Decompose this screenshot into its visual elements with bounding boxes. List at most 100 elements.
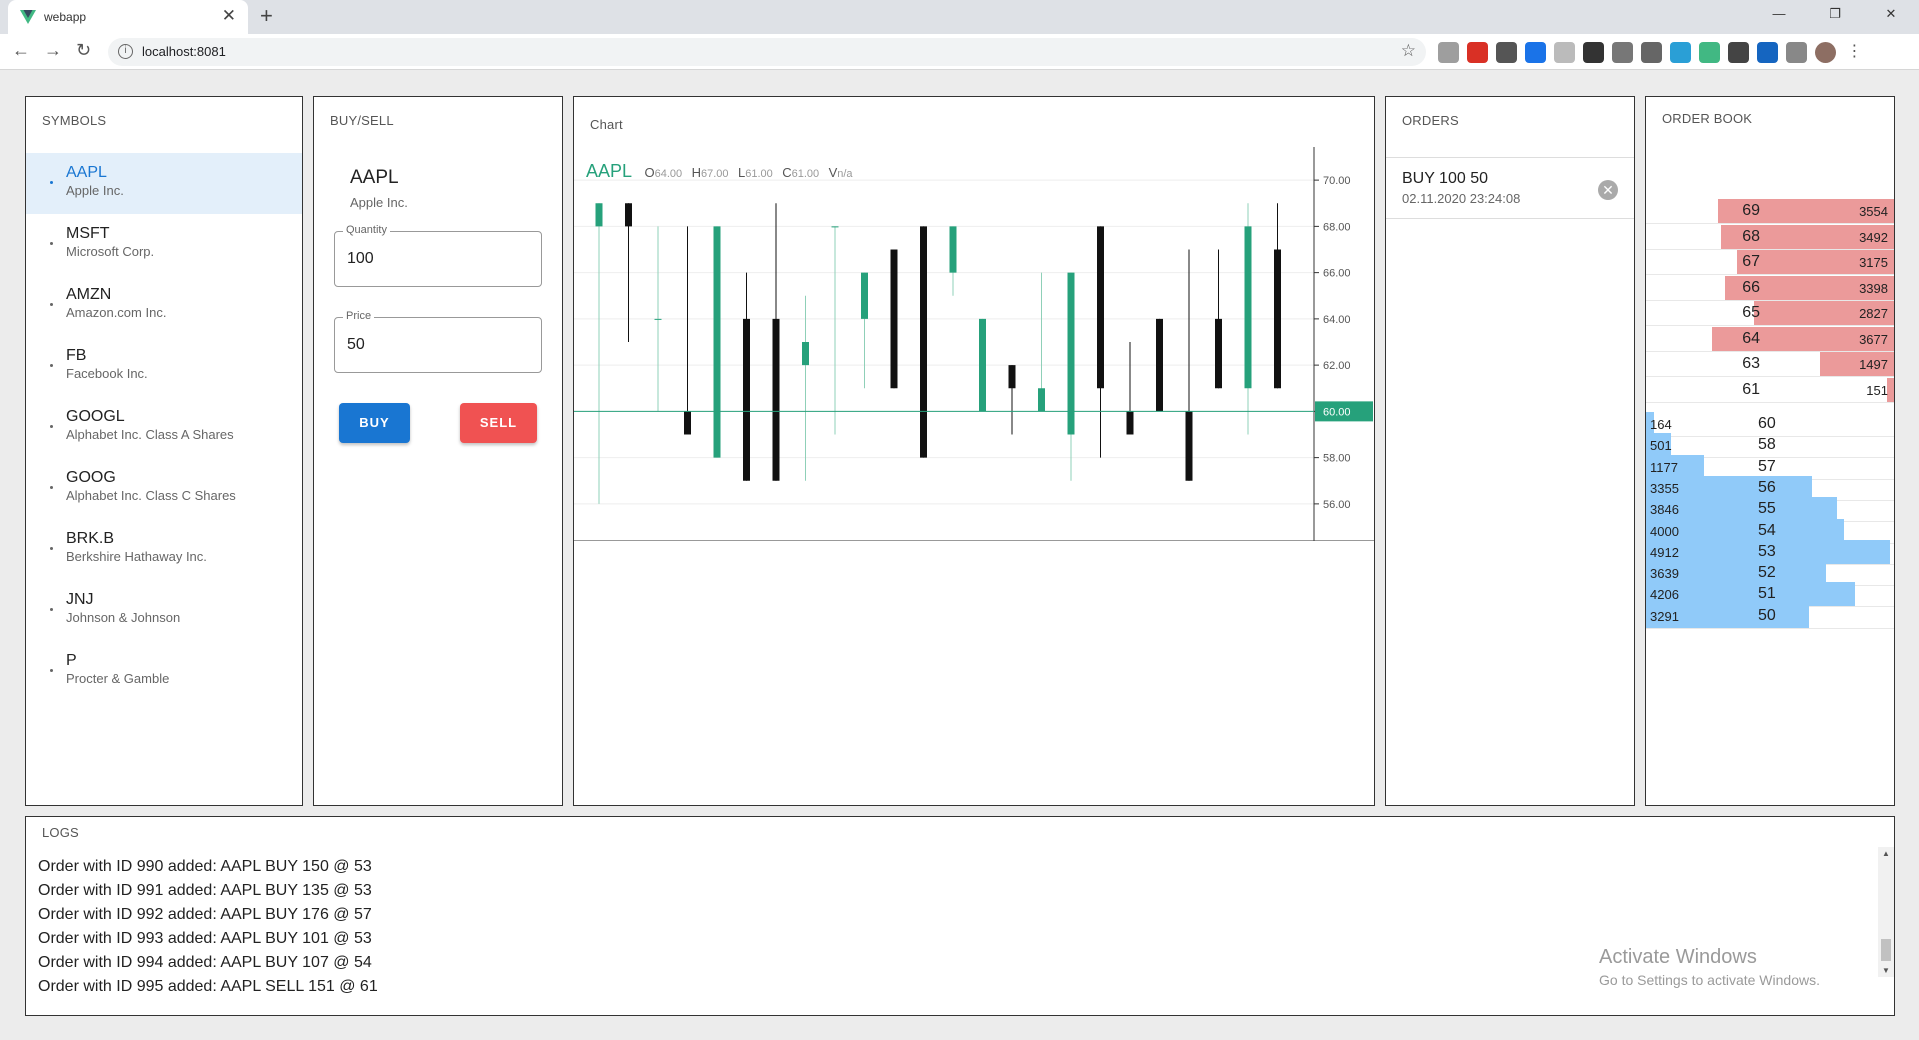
menu-icon[interactable]: ⋮ xyxy=(1844,42,1865,63)
quantity: 3398 xyxy=(1859,280,1888,296)
quantity-value[interactable]: 100 xyxy=(347,250,374,268)
candle xyxy=(890,249,898,389)
price-level: 53 xyxy=(1758,542,1776,560)
candle-body xyxy=(1097,226,1104,389)
legend-h-value: 67.00 xyxy=(701,168,729,180)
quantity: 1497 xyxy=(1859,357,1888,372)
watermark-subtitle: Go to Settings to activate Windows. xyxy=(1599,972,1820,988)
symbol-item-aapl[interactable]: AAPL Apple Inc. xyxy=(26,153,302,214)
mail-icon[interactable] xyxy=(1467,42,1488,63)
last-price-label: 60.00 xyxy=(1323,406,1351,418)
candle-body xyxy=(772,318,780,481)
bullet-icon xyxy=(50,608,53,611)
forward-icon[interactable]: → xyxy=(44,40,62,61)
close-window-icon[interactable]: ✕ xyxy=(1863,0,1919,30)
quantity-label: Quantity xyxy=(343,224,390,236)
candle-body xyxy=(1244,226,1252,389)
log-line: Order with ID 993 added: AAPL BUY 101 @ … xyxy=(38,930,372,947)
log-lines: Order with ID 990 added: AAPL BUY 150 @ … xyxy=(38,855,378,999)
color-picker-icon[interactable] xyxy=(1728,42,1749,63)
chart-panel: Chart 70.00 68.00 66.00 64.00 62.00 60.00 58.0… xyxy=(573,96,1375,806)
price-level: 54 xyxy=(1758,521,1776,539)
puzzle-icon[interactable] xyxy=(1786,42,1807,63)
candle-body xyxy=(920,226,927,458)
symbol-item-goog[interactable]: GOOG Alphabet Inc. Class C Shares xyxy=(26,458,302,519)
extension-icon[interactable] xyxy=(1612,42,1633,63)
symbol-item-jnj[interactable]: JNJ Johnson & Johnson xyxy=(26,580,302,641)
symbol-item-p[interactable]: P Procter & Gamble xyxy=(26,641,302,702)
candle xyxy=(949,226,957,296)
bookmark-star-icon[interactable]: ☆ xyxy=(1401,41,1416,61)
ask-row: 67 3175 xyxy=(1646,249,1894,275)
new-tab-icon[interactable]: + xyxy=(260,3,273,29)
browser-tab[interactable]: webapp ✕ xyxy=(8,0,248,34)
bullet-icon xyxy=(50,669,53,672)
bullet-icon xyxy=(50,547,53,550)
legend-v-value: n/a xyxy=(837,168,853,180)
devtools-icon[interactable] xyxy=(1583,42,1604,63)
quantity: 1177 xyxy=(1650,459,1678,475)
price-level: 58 xyxy=(1758,436,1776,454)
quantity-field[interactable]: Quantity 100 xyxy=(334,224,542,287)
candle-body xyxy=(949,226,957,273)
symbol-name: Procter & Gamble xyxy=(66,671,170,686)
symbol-item-fb[interactable]: FB Facebook Inc. xyxy=(26,336,302,397)
extension-icon[interactable] xyxy=(1641,42,1662,63)
symbol-item-msft[interactable]: MSFT Microsoft Corp. xyxy=(26,214,302,275)
candle xyxy=(713,226,721,458)
symbol-ticker: P xyxy=(66,652,77,669)
address-bar[interactable]: i localhost:8081 ☆ xyxy=(108,38,1426,66)
scroll-up-icon[interactable]: ▲ xyxy=(1882,849,1890,858)
logs-scrollbar[interactable]: ▲ ▼ xyxy=(1878,847,1894,977)
symbol-name: Alphabet Inc. Class C Shares xyxy=(66,488,236,503)
symbol-name: Berkshire Hathaway Inc. xyxy=(66,549,207,564)
price-level: 63 xyxy=(1742,355,1760,372)
chart-legend: AAPL O64.00 H67.00 L61.00 C61.00 Vn/a xyxy=(586,161,853,181)
symbol-item-brkb[interactable]: BRK.B Berkshire Hathaway Inc. xyxy=(26,519,302,580)
avatar[interactable] xyxy=(1815,42,1836,63)
price-field[interactable]: Price 50 xyxy=(334,310,542,373)
candlestick-chart[interactable]: 70.00 68.00 66.00 64.00 62.00 60.00 58.00 56.00… xyxy=(574,147,1374,541)
sell-button[interactable]: SELL xyxy=(460,403,537,443)
price-value[interactable]: 50 xyxy=(347,336,365,354)
extension-icon[interactable] xyxy=(1670,42,1691,63)
tab-close-icon[interactable]: ✕ xyxy=(222,6,236,26)
cancel-order-icon[interactable]: ✕ xyxy=(1598,180,1618,200)
panel-title: ORDER BOOK xyxy=(1662,111,1753,126)
ask-row: 61 151 xyxy=(1646,377,1894,403)
buy-button[interactable]: BUY xyxy=(339,403,410,443)
back-icon[interactable]: ← xyxy=(12,40,30,61)
site-info-icon[interactable]: i xyxy=(118,44,133,59)
symbol-item-amzn[interactable]: AMZN Amazon.com Inc. xyxy=(26,275,302,336)
symbol-ticker: GOOGL xyxy=(66,408,125,425)
candle xyxy=(1097,226,1104,458)
scrollbar-thumb[interactable] xyxy=(1881,939,1891,961)
chart-grid xyxy=(574,179,1314,505)
translate-icon[interactable] xyxy=(1525,42,1546,63)
candle-body xyxy=(1067,272,1075,435)
orders-panel: ORDERS BUY 100 50 02.11.2020 23:24:08 ✕ xyxy=(1385,96,1635,806)
price-level: 51 xyxy=(1758,585,1776,603)
price-axis-ticks: 70.00 68.00 66.00 64.00 62.00 60.00 58.00 56.00 xyxy=(1314,175,1351,511)
timer-icon[interactable] xyxy=(1757,42,1778,63)
candle-body xyxy=(1215,318,1222,389)
ask-row: 69 3554 xyxy=(1646,198,1894,224)
minimize-icon[interactable]: — xyxy=(1751,0,1807,30)
restore-icon[interactable]: ❐ xyxy=(1807,0,1863,30)
symbol-item-googl[interactable]: GOOGL Alphabet Inc. Class A Shares xyxy=(26,397,302,458)
candle xyxy=(802,295,809,481)
scroll-down-icon[interactable]: ▼ xyxy=(1882,966,1890,975)
price-level: 69 xyxy=(1742,202,1760,219)
adblock-icon[interactable] xyxy=(1438,42,1459,63)
buysell-panel: BUY/SELL AAPL Apple Inc. Quantity 100 Pr… xyxy=(313,96,563,806)
reload-icon[interactable]: ↻ xyxy=(76,40,91,61)
order-item[interactable]: BUY 100 50 02.11.2020 23:24:08 ✕ xyxy=(1386,157,1634,219)
quantity: 3175 xyxy=(1859,255,1888,270)
sync-icon[interactable] xyxy=(1496,42,1517,63)
symbol-name: Alphabet Inc. Class A Shares xyxy=(66,427,234,442)
quantity: 3677 xyxy=(1859,331,1888,347)
vue-devtools-icon[interactable] xyxy=(1699,42,1720,63)
candle xyxy=(1244,203,1252,435)
extension-icon[interactable] xyxy=(1554,42,1575,63)
candle-body xyxy=(861,272,868,319)
